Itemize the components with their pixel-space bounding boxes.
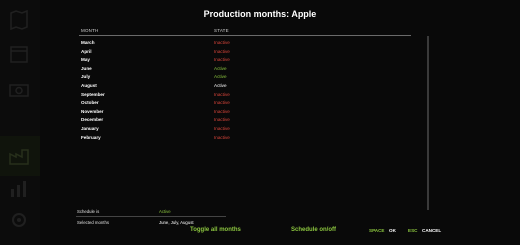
month-state: Active bbox=[214, 83, 227, 88]
month-state: Inactive bbox=[214, 48, 230, 54]
month-state: Active bbox=[214, 74, 227, 80]
month-state: Inactive bbox=[214, 126, 230, 131]
month-name: May bbox=[81, 57, 90, 63]
summary-divider bbox=[76, 216, 226, 217]
production-months-dialog: Production months: Apple MONTH STATE Mar… bbox=[70, 0, 450, 245]
month-row[interactable]: November Inactive bbox=[79, 108, 411, 117]
esc-key-hint: ESC bbox=[408, 228, 418, 233]
month-state: Active bbox=[214, 65, 227, 71]
month-state: Inactive bbox=[214, 57, 230, 63]
month-name: December bbox=[81, 117, 104, 123]
scrollbar[interactable] bbox=[427, 36, 429, 210]
month-name: July bbox=[81, 74, 91, 80]
month-name: November bbox=[81, 108, 104, 114]
month-row[interactable]: July Active bbox=[79, 73, 411, 82]
month-state: Inactive bbox=[214, 134, 230, 140]
month-name: April bbox=[81, 48, 92, 54]
schedule-label: Schedule is bbox=[77, 209, 100, 214]
ok-button[interactable]: OK bbox=[389, 228, 396, 233]
month-row[interactable]: February Inactive bbox=[79, 134, 411, 143]
month-name: June bbox=[81, 65, 92, 71]
schedule-value: Active bbox=[159, 209, 171, 214]
month-row[interactable]: September Inactive bbox=[79, 91, 411, 100]
month-row[interactable]: October Inactive bbox=[79, 99, 411, 108]
month-row[interactable]: June Active bbox=[79, 65, 411, 74]
month-row[interactable]: January Inactive bbox=[79, 125, 411, 134]
month-row[interactable]: April Inactive bbox=[79, 48, 411, 57]
month-name: February bbox=[81, 134, 101, 140]
header-divider bbox=[79, 35, 411, 36]
toggle-all-months-button[interactable]: Toggle all months bbox=[190, 227, 241, 233]
month-state: Inactive bbox=[214, 117, 230, 123]
month-state: Inactive bbox=[214, 108, 230, 114]
cancel-button[interactable]: CANCEL bbox=[422, 228, 441, 233]
month-name: January bbox=[81, 126, 99, 131]
space-key-hint: SPACE bbox=[369, 228, 385, 233]
month-row[interactable]: May Inactive bbox=[79, 56, 411, 65]
column-header-month: MONTH bbox=[81, 28, 99, 33]
month-state: Inactive bbox=[214, 40, 230, 45]
month-name: September bbox=[81, 91, 105, 97]
column-header-state: STATE bbox=[214, 28, 229, 33]
schedule-onoff-button[interactable]: Schedule on/off bbox=[291, 227, 336, 233]
month-name: August bbox=[81, 83, 97, 88]
month-row[interactable]: August Active bbox=[79, 82, 411, 91]
month-row[interactable]: March Inactive bbox=[79, 39, 411, 48]
dialog-title: Production months: Apple bbox=[203, 9, 317, 19]
month-name: October bbox=[81, 100, 99, 106]
selected-months-label: Selected months bbox=[77, 220, 110, 225]
month-row[interactable]: December Inactive bbox=[79, 116, 411, 125]
selected-months-value: June, July, August bbox=[159, 220, 194, 225]
month-state: Inactive bbox=[214, 91, 230, 97]
month-state: Inactive bbox=[214, 100, 230, 106]
month-name: March bbox=[81, 40, 95, 45]
